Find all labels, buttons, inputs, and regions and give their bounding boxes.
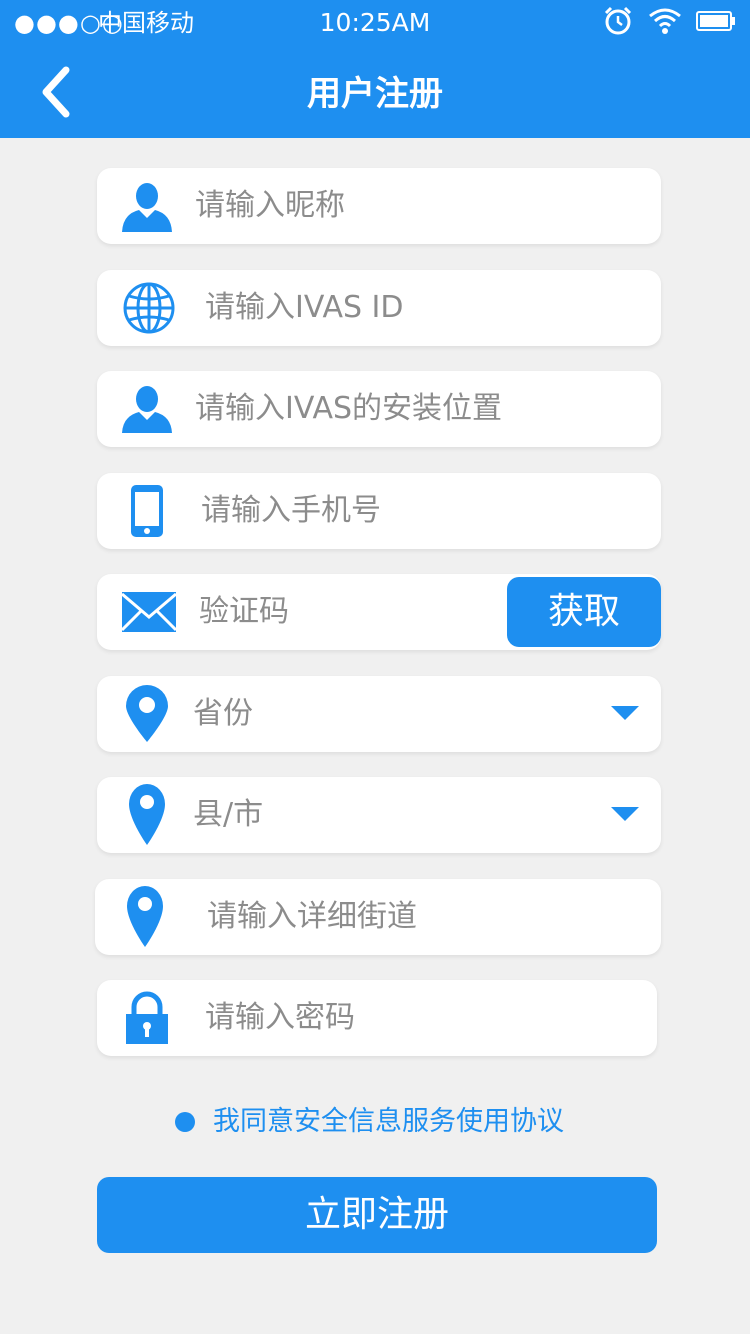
get-code-button[interactable]: 获取 xyxy=(507,577,661,647)
agreement-radio[interactable] xyxy=(175,1112,195,1132)
page-title: 用户注册 xyxy=(307,74,443,114)
location-pin-icon xyxy=(117,784,177,845)
install-location-placeholder: 请输入IVAS的安装位置 xyxy=(195,391,503,426)
agreement-link[interactable]: 我同意安全信息服务使用协议 xyxy=(213,1104,564,1140)
ivas-id-placeholder: 请输入IVAS ID xyxy=(205,290,404,325)
chevron-down-icon[interactable] xyxy=(611,807,639,821)
phone-placeholder: 请输入手机号 xyxy=(201,493,381,528)
province-placeholder: 省份 xyxy=(193,696,253,731)
agreement-row: 我同意安全信息服务使用协议 xyxy=(175,1102,564,1142)
globe-icon xyxy=(119,278,179,338)
password-placeholder: 请输入密码 xyxy=(205,1000,355,1035)
alarm-icon xyxy=(602,5,634,41)
nickname-placeholder: 请输入昵称 xyxy=(195,188,345,223)
battery-icon xyxy=(696,10,736,36)
phone-icon xyxy=(117,481,177,541)
status-bar: ●●●○○ 中国移动 10:25AM xyxy=(0,0,750,46)
password-field[interactable]: 请输入密码 xyxy=(97,980,657,1056)
location-pin-icon xyxy=(115,886,175,947)
city-select[interactable]: 县/市 xyxy=(97,777,661,853)
app-header: ●●●○○ 中国移动 10:25AM 用户注册 xyxy=(0,0,750,138)
phone-field[interactable]: 请输入手机号 xyxy=(97,473,661,549)
user-icon xyxy=(117,379,177,439)
install-location-field[interactable]: 请输入IVAS的安装位置 xyxy=(97,371,661,447)
wifi-icon xyxy=(648,7,682,39)
verification-code-placeholder: 验证码 xyxy=(199,594,289,629)
status-icons xyxy=(602,5,736,41)
nav-bar: 用户注册 xyxy=(0,46,750,138)
register-button[interactable]: 立即注册 xyxy=(97,1177,657,1253)
chevron-down-icon[interactable] xyxy=(611,706,639,720)
verification-code-field[interactable]: 验证码 获取 xyxy=(97,574,661,650)
province-select[interactable]: 省份 xyxy=(97,676,661,752)
city-placeholder: 县/市 xyxy=(193,797,264,832)
nickname-field[interactable]: 请输入昵称 xyxy=(97,168,661,244)
location-pin-icon xyxy=(117,684,177,744)
street-placeholder: 请输入详细街道 xyxy=(207,899,417,934)
street-field[interactable]: 请输入详细街道 xyxy=(95,879,661,955)
lock-icon xyxy=(117,988,177,1048)
ivas-id-field[interactable]: 请输入IVAS ID xyxy=(97,270,661,346)
mail-icon xyxy=(119,582,179,642)
user-icon xyxy=(117,176,177,236)
